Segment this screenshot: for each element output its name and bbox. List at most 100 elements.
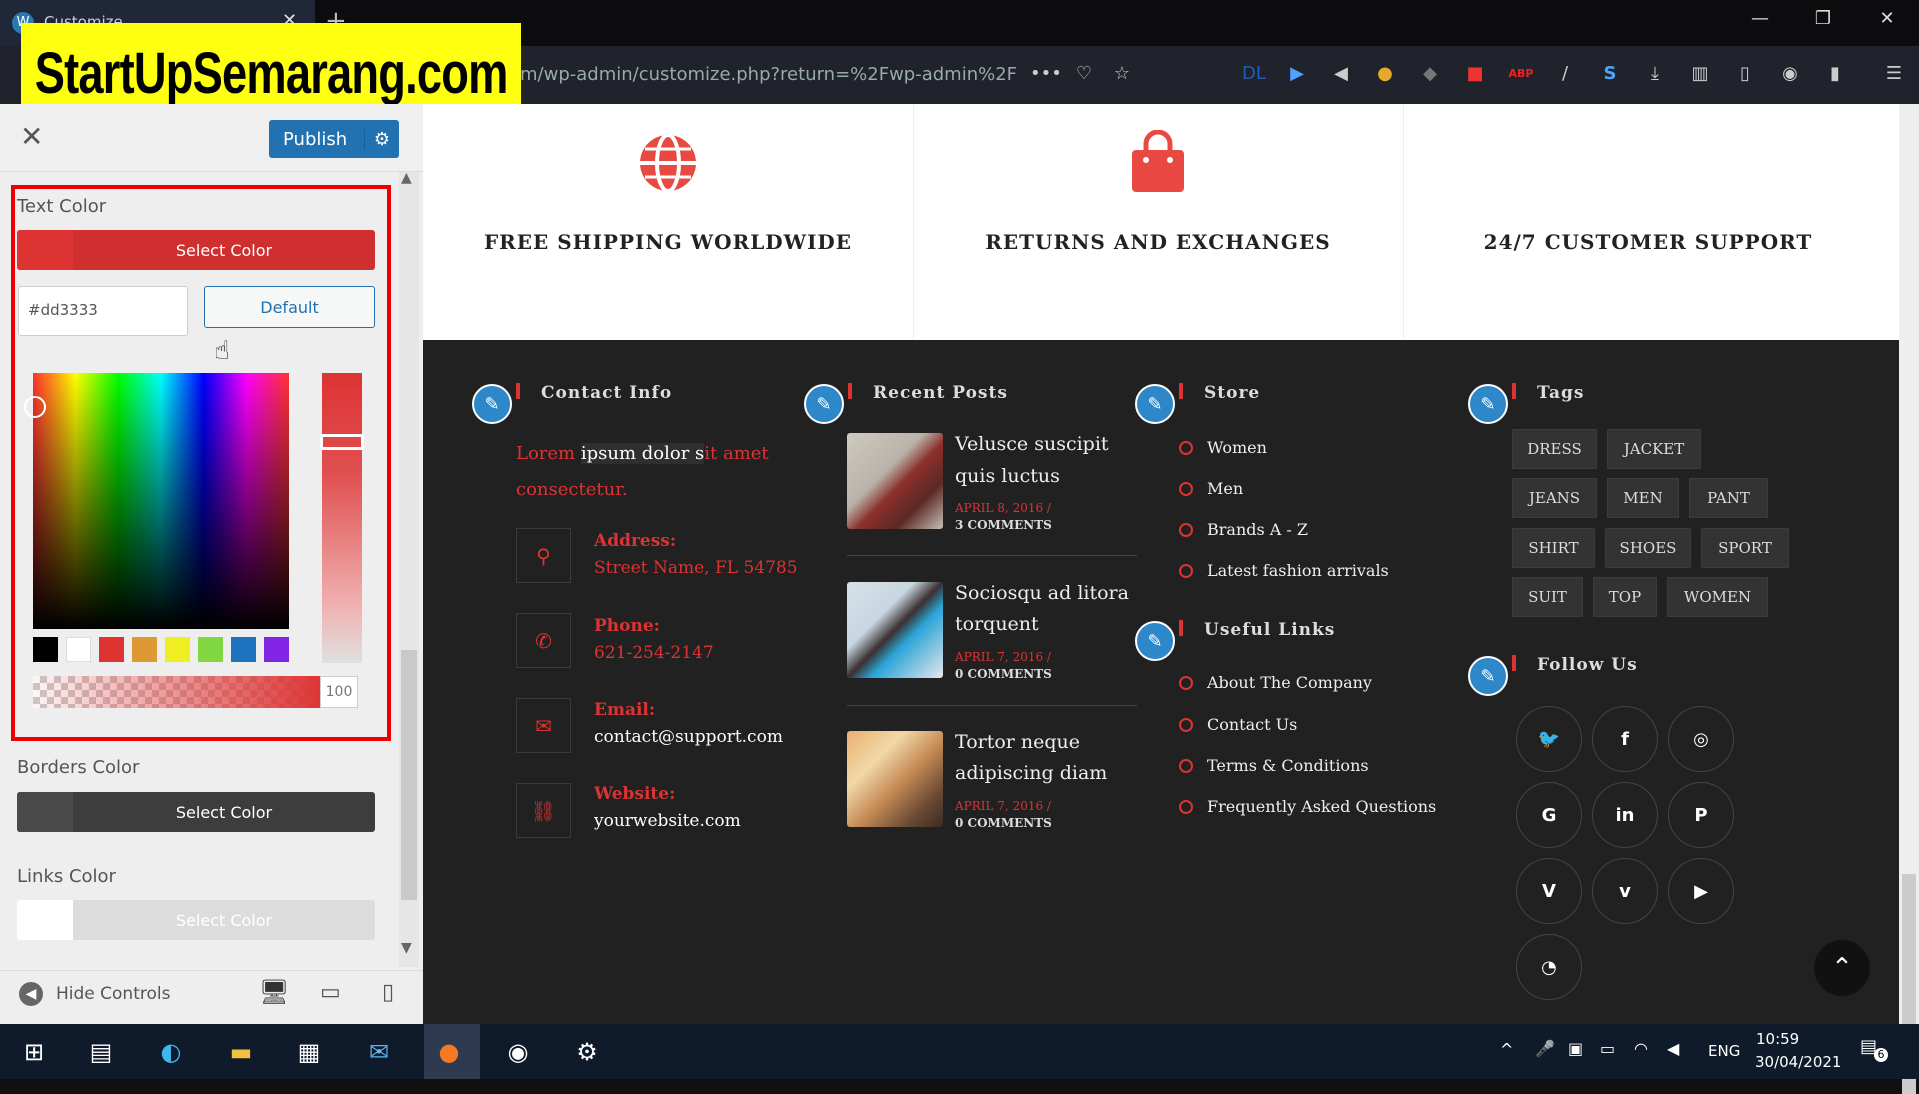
extension-pen-icon[interactable]: /	[1551, 60, 1579, 88]
mobile-preview-icon[interactable]: ▯	[382, 980, 394, 1005]
desktop-preview-icon[interactable]: 🖥	[259, 978, 289, 1006]
hex-input[interactable]: #dd3333	[18, 286, 188, 336]
tag-button[interactable]: JACKET	[1607, 429, 1701, 469]
download-icon[interactable]: ⤓	[1641, 60, 1669, 88]
account-icon[interactable]: ◉	[1776, 60, 1804, 88]
start-icon[interactable]: ⊞	[11, 1030, 57, 1074]
pocket-icon[interactable]: ♡	[1070, 60, 1098, 88]
post-title[interactable]: Sociosqu ad litora	[955, 578, 1129, 609]
tag-button[interactable]: PANT	[1689, 478, 1768, 518]
palette-swatch[interactable]	[198, 637, 223, 662]
close-icon[interactable]: ✕	[20, 120, 43, 153]
preview-scrollbar[interactable]	[1899, 104, 1919, 1094]
extension-monkey-icon[interactable]: ●	[1371, 60, 1399, 88]
battery-icon[interactable]: ▭	[1600, 1039, 1615, 1058]
store-link[interactable]: Brands A - Z	[1179, 520, 1308, 539]
firefox-icon[interactable]: ●	[426, 1030, 472, 1074]
alpha-value[interactable]: 100	[320, 676, 358, 708]
youtube-icon[interactable]: ▶	[1668, 858, 1734, 924]
edit-pencil-icon[interactable]: ✎	[472, 384, 512, 424]
obs-icon[interactable]: ◉	[495, 1030, 541, 1074]
useful-link[interactable]: Contact Us	[1179, 715, 1297, 734]
task-view-icon[interactable]: ▤	[78, 1030, 124, 1074]
tablet-preview-icon[interactable]: ▭	[320, 980, 341, 1005]
tag-button[interactable]: DRESS	[1512, 429, 1597, 469]
hue-handle[interactable]	[320, 434, 364, 450]
post-thumbnail[interactable]	[847, 433, 943, 529]
palette-swatch[interactable]	[132, 637, 157, 662]
palette-swatch[interactable]	[231, 637, 256, 662]
facebook-icon[interactable]: f	[1592, 706, 1658, 772]
file-explorer-icon[interactable]: ▬	[218, 1030, 264, 1074]
device-icon[interactable]: ▣	[1568, 1039, 1583, 1058]
useful-link[interactable]: Frequently Asked Questions	[1179, 797, 1436, 816]
post-comments[interactable]: 0 COMMENTS	[955, 667, 1052, 681]
twitter-icon[interactable]: 🐦	[1516, 706, 1582, 772]
email-value[interactable]: contact@support.com	[594, 727, 783, 747]
website-value[interactable]: yourwebsite.com	[594, 811, 741, 831]
sidebar-icon[interactable]: ▯	[1731, 60, 1759, 88]
extension-volume-icon[interactable]: ◀	[1327, 60, 1355, 88]
tray-chevron-icon[interactable]: ^	[1500, 1040, 1513, 1059]
gear-icon[interactable]: ⚙	[364, 128, 399, 150]
store-link[interactable]: Women	[1179, 438, 1267, 457]
bookmark-star-icon[interactable]: ☆	[1108, 60, 1136, 88]
post-title[interactable]: Velusce suscipit	[955, 429, 1109, 460]
post-title[interactable]: torquent	[955, 609, 1039, 640]
alpha-slider[interactable]	[33, 676, 323, 708]
instagram-icon[interactable]: ◎	[1668, 706, 1734, 772]
adblock-icon[interactable]: ABP	[1507, 60, 1535, 88]
post-title[interactable]: adipiscing diam	[955, 758, 1107, 789]
pinterest-icon[interactable]: P	[1668, 782, 1734, 848]
more-icon[interactable]: •••	[1030, 60, 1062, 88]
useful-link[interactable]: Terms & Conditions	[1179, 756, 1369, 775]
menu-icon[interactable]: ☰	[1880, 60, 1908, 88]
tag-button[interactable]: SPORT	[1701, 528, 1789, 568]
post-title[interactable]: quis luctus	[955, 461, 1060, 492]
vine-icon[interactable]: v	[1592, 858, 1658, 924]
post-thumbnail[interactable]	[847, 582, 943, 678]
tag-button[interactable]: MEN	[1607, 478, 1679, 518]
scroll-up-icon[interactable]: ▲	[401, 170, 412, 186]
speaker-icon[interactable]: ◀	[1667, 1039, 1679, 1058]
palette-swatch[interactable]	[33, 637, 58, 662]
saturation-picker[interactable]	[33, 373, 289, 629]
address-bar[interactable]: m/wp-admin/customize.php?return=%2Fwp-ad…	[520, 64, 1017, 85]
clock-date[interactable]: 30/04/2021	[1755, 1053, 1841, 1071]
edit-pencil-icon[interactable]: ✎	[1135, 621, 1175, 661]
tag-button[interactable]: SUIT	[1512, 577, 1583, 617]
extension-s-icon[interactable]: S	[1596, 60, 1624, 88]
links-color-select-button[interactable]: Select Color	[17, 900, 375, 940]
store-link[interactable]: Men	[1179, 479, 1243, 498]
edit-pencil-icon[interactable]: ✎	[1135, 384, 1175, 424]
tag-button[interactable]: TOP	[1593, 577, 1657, 617]
tag-button[interactable]: WOMEN	[1667, 577, 1768, 617]
publish-button[interactable]: Publish ⚙	[269, 120, 399, 158]
post-title[interactable]: Tortor neque	[955, 727, 1080, 758]
default-button[interactable]: Default	[204, 286, 375, 328]
useful-link[interactable]: About The Company	[1179, 673, 1372, 692]
hide-controls-icon[interactable]: ◀	[19, 982, 43, 1006]
minimize-button[interactable]: —	[1740, 8, 1780, 29]
tag-button[interactable]: SHIRT	[1512, 528, 1595, 568]
text-color-select-button[interactable]: Select Color	[17, 230, 375, 270]
palette-swatch[interactable]	[99, 637, 124, 662]
close-window-button[interactable]: ✕	[1867, 8, 1907, 29]
post-thumbnail[interactable]	[847, 731, 943, 827]
wifi-icon[interactable]: ◠	[1634, 1039, 1648, 1058]
extension-doc-icon[interactable]: ▮	[1821, 60, 1849, 88]
tag-button[interactable]: JEANS	[1512, 478, 1597, 518]
language-indicator[interactable]: ENG	[1708, 1042, 1740, 1060]
restore-button[interactable]: ❐	[1803, 8, 1843, 29]
tag-button[interactable]: SHOES	[1605, 528, 1691, 568]
edit-pencil-icon[interactable]: ✎	[1468, 384, 1508, 424]
extension-puzzle-icon[interactable]: ◆	[1416, 60, 1444, 88]
clock-time[interactable]: 10:59	[1756, 1030, 1799, 1048]
vimeo-icon[interactable]: V	[1516, 858, 1582, 924]
palette-swatch[interactable]	[165, 637, 190, 662]
linkedin-icon[interactable]: in	[1592, 782, 1658, 848]
edge-icon[interactable]: ◐	[148, 1030, 194, 1074]
palette-swatch[interactable]	[264, 637, 289, 662]
edit-pencil-icon[interactable]: ✎	[1468, 656, 1508, 696]
hide-controls-label[interactable]: Hide Controls	[56, 984, 170, 1004]
